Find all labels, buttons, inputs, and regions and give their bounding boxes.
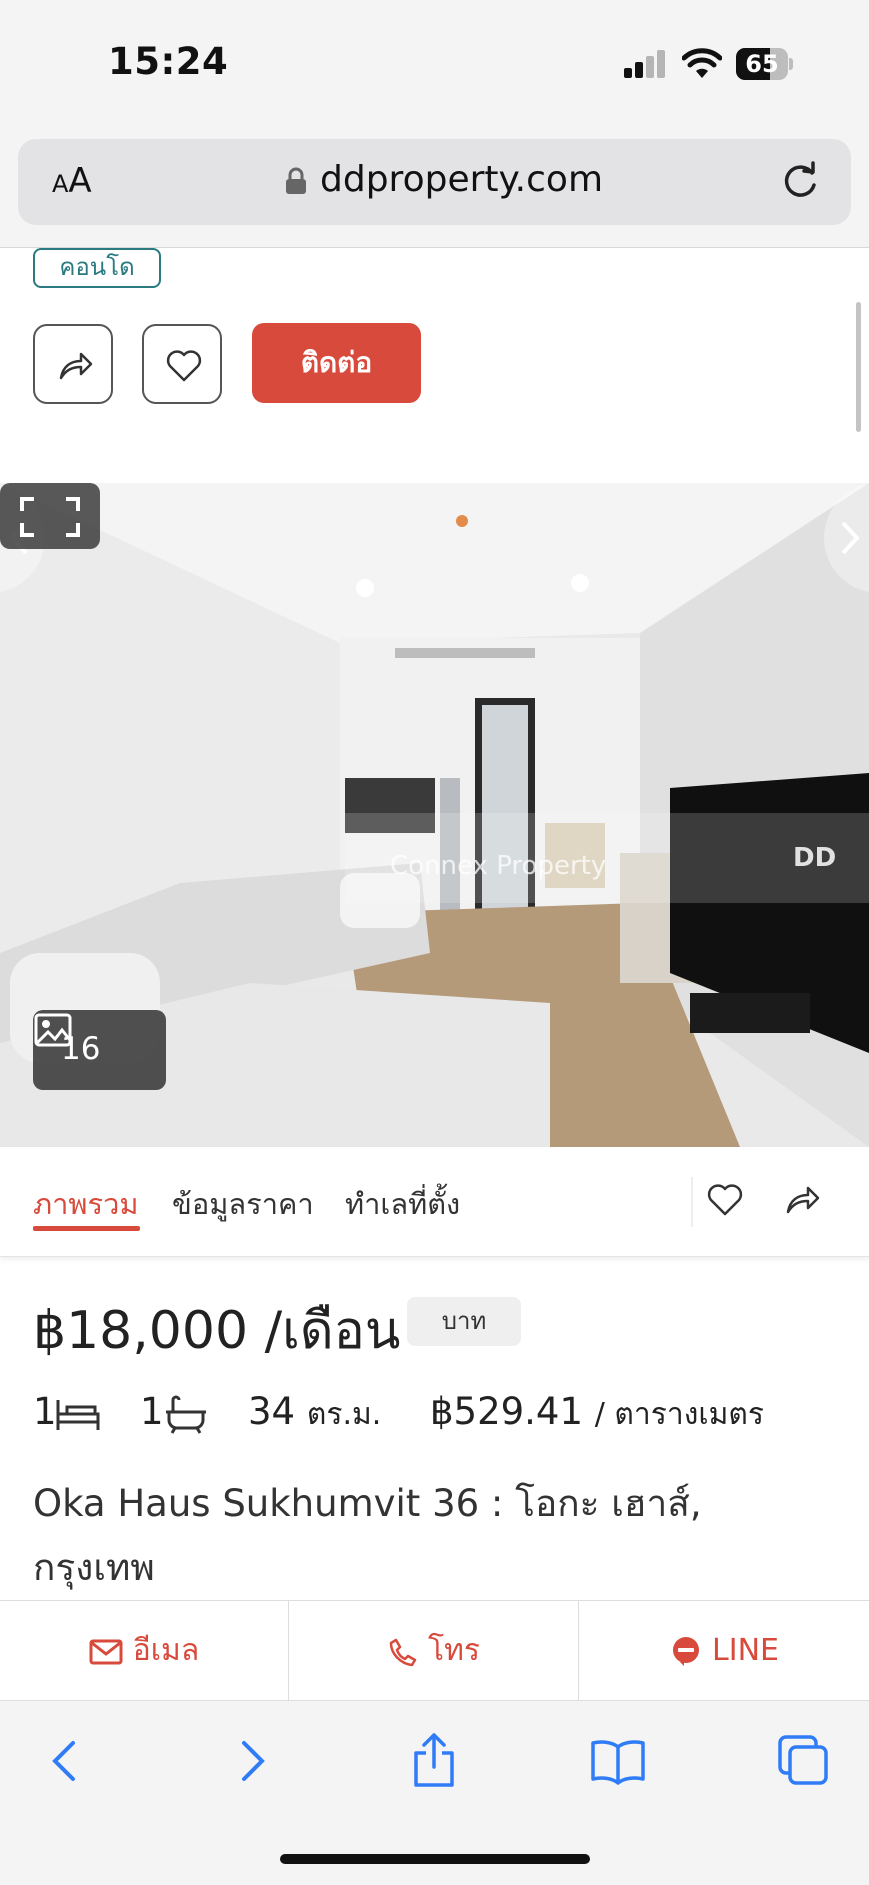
phone-icon bbox=[389, 1638, 417, 1666]
forward-chevron-icon[interactable] bbox=[222, 1731, 282, 1791]
url-text[interactable]: ddproperty.com bbox=[320, 159, 603, 200]
share-arrow-icon[interactable] bbox=[782, 1180, 822, 1220]
wifi-icon bbox=[682, 48, 722, 78]
reload-icon[interactable] bbox=[778, 159, 822, 203]
tab-location[interactable]: ทำเลที่ตั้ง bbox=[345, 1181, 460, 1227]
scrollbar[interactable] bbox=[856, 302, 861, 432]
contact-action-bar: อีเมล โทร LINE bbox=[0, 1600, 869, 1701]
bathroom-count: 1 bbox=[140, 1390, 164, 1433]
contact-button[interactable]: ติดต่อ bbox=[252, 323, 421, 403]
status-bar: 15:24 65 bbox=[0, 0, 869, 125]
browser-address-area: AA ddproperty.com bbox=[0, 125, 869, 248]
status-time: 15:24 bbox=[108, 40, 229, 83]
active-tab-indicator bbox=[33, 1226, 140, 1231]
photo-watermark: Connex Property bbox=[390, 851, 607, 881]
battery-icon: 65 bbox=[736, 48, 793, 80]
tab-divider bbox=[691, 1177, 693, 1227]
bathtub-icon bbox=[166, 1395, 206, 1434]
bedroom-count: 1 bbox=[33, 1390, 57, 1433]
tab-overview[interactable]: ภาพรวม bbox=[33, 1181, 139, 1227]
fullscreen-icon[interactable] bbox=[0, 483, 100, 549]
heart-icon bbox=[166, 350, 202, 382]
image-gallery-icon bbox=[34, 1013, 72, 1047]
listing-title: Oka Haus Sukhumvit 36 : โอกะ เฮาส์, กรุง… bbox=[33, 1482, 702, 1589]
browser-toolbar bbox=[0, 1701, 869, 1885]
page: 15:24 65 AA ddproperty.com คอนโด ติดต่อ … bbox=[0, 0, 869, 1885]
price-per-area: ฿529.41 / ตารางเมตร bbox=[430, 1390, 764, 1433]
battery-level: 65 bbox=[745, 50, 779, 78]
email-icon bbox=[89, 1639, 123, 1664]
section-tabs: ภาพรวม ข้อมูลราคา ทำเลที่ตั้ง bbox=[0, 1147, 869, 1257]
listing-photo[interactable]: Connex Property DD 16 bbox=[0, 483, 869, 1147]
share-arrow-icon bbox=[59, 352, 93, 380]
floor-area: 34 ตร.ม. bbox=[248, 1390, 382, 1433]
share-icon[interactable] bbox=[404, 1731, 464, 1791]
next-photo-arrow-icon[interactable] bbox=[809, 483, 869, 593]
cellular-signal-icon bbox=[624, 50, 666, 78]
call-button[interactable]: โทร bbox=[290, 1601, 579, 1701]
lock-icon bbox=[286, 167, 306, 194]
back-chevron-icon[interactable] bbox=[35, 1731, 95, 1791]
listing-price: ฿18,000 /เดือน bbox=[33, 1301, 401, 1361]
currency-chip[interactable]: บาท bbox=[407, 1297, 521, 1346]
bed-icon bbox=[56, 1400, 100, 1430]
tabs-icon[interactable] bbox=[774, 1731, 834, 1791]
home-indicator bbox=[280, 1854, 590, 1864]
text-size-button[interactable]: AA bbox=[52, 161, 92, 201]
share-button[interactable] bbox=[33, 324, 113, 404]
brand-watermark: DD bbox=[793, 843, 837, 873]
address-bar[interactable]: AA ddproperty.com bbox=[18, 139, 851, 225]
bookmarks-book-icon[interactable] bbox=[588, 1731, 648, 1791]
email-button[interactable]: อีเมล bbox=[0, 1601, 289, 1701]
line-button[interactable]: LINE bbox=[580, 1601, 869, 1701]
favorite-button[interactable] bbox=[142, 324, 222, 404]
property-type-tag: คอนโด bbox=[33, 248, 161, 288]
tab-price-info[interactable]: ข้อมูลราคา bbox=[172, 1181, 314, 1227]
photo-count-badge[interactable]: 16 bbox=[33, 1010, 166, 1090]
line-chat-icon bbox=[673, 1636, 700, 1666]
heart-icon[interactable] bbox=[705, 1180, 745, 1220]
